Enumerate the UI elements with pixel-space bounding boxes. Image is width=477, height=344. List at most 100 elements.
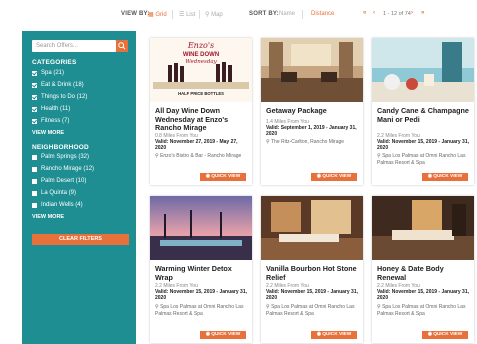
checkbox-icon[interactable] xyxy=(32,71,37,76)
location-pin-icon: ⚲ xyxy=(377,153,381,159)
checkbox-icon[interactable] xyxy=(32,203,37,208)
category-option[interactable]: Eat & Drink (18) xyxy=(32,81,84,90)
offer-card[interactable]: Vanilla Bourbon Hot Stone Relief 2.2 Mil… xyxy=(261,196,363,343)
sort-by-label: SORT BY: xyxy=(249,11,279,17)
checkbox-icon[interactable] xyxy=(32,119,37,124)
location-pin-icon: ⚲ xyxy=(377,304,381,310)
checkbox-icon[interactable] xyxy=(32,179,37,184)
offer-location: ⚲ Spa Los Palmas at Omni Rancho Las Palm… xyxy=(377,153,466,166)
search-icon xyxy=(118,42,126,50)
checkbox-icon[interactable] xyxy=(32,107,37,112)
divider xyxy=(302,10,303,19)
offer-location: ⚲ Enzo's Bistro & Bar - Rancho Mirage xyxy=(155,153,242,159)
quick-view-button[interactable]: ◉ QUICK VIEW xyxy=(200,173,246,181)
offer-title[interactable]: Warming Winter Detox Wrap xyxy=(155,264,249,282)
offer-title[interactable]: Honey & Date Body Renewal xyxy=(377,264,471,282)
neighborhood-option[interactable]: Palm Springs (32) xyxy=(32,153,89,162)
category-option[interactable]: Spa (21) xyxy=(32,69,64,78)
categories-title: CATEGORIES xyxy=(32,59,77,66)
offer-image[interactable] xyxy=(261,196,363,260)
category-option[interactable]: Fitness (7) xyxy=(32,117,69,126)
poster-day: Wednesday xyxy=(185,59,217,65)
pager-count: 1 - 12 of 74 xyxy=(383,11,411,17)
neighborhood-option[interactable]: Rancho Mirage (12) xyxy=(32,165,94,174)
offer-location: ⚲ Spa Los Palmas at Omni Rancho Las Palm… xyxy=(377,304,466,317)
offer-image[interactable] xyxy=(261,38,363,102)
prev-page-icon[interactable]: ‹ xyxy=(373,10,375,16)
offer-validity: Valid: September 1, 2019 - January 31, 2… xyxy=(266,125,357,138)
poster-offer: HALF PRICE BOTTLES xyxy=(178,91,224,96)
quick-view-button[interactable]: ◉ QUICK VIEW xyxy=(311,173,357,181)
divider xyxy=(172,10,173,19)
offer-image[interactable] xyxy=(372,196,474,260)
category-option[interactable]: Things to Do (12) xyxy=(32,93,87,102)
offer-image[interactable] xyxy=(372,38,474,102)
offer-card[interactable]: Enzo's WINE DOWN Wednesday HALF PRICE BO… xyxy=(150,38,252,185)
checkbox-icon[interactable] xyxy=(32,167,37,172)
search-input[interactable]: Search Offers... xyxy=(32,40,116,52)
category-option[interactable]: Health (11) xyxy=(32,105,70,114)
last-page-icon[interactable]: » xyxy=(421,10,424,16)
view-more-neighborhoods-link[interactable]: VIEW MORE xyxy=(32,214,64,220)
sort-name-option[interactable]: Name xyxy=(279,11,295,17)
offer-location: ⚲ Spa Los Palmas at Omni Rancho Las Palm… xyxy=(155,304,244,317)
offer-title[interactable]: Getaway Package xyxy=(266,106,360,116)
search-button[interactable] xyxy=(116,40,128,52)
quick-view-button[interactable]: ◉ QUICK VIEW xyxy=(311,331,357,339)
view-grid-option[interactable]: ▦ Grid xyxy=(148,11,167,18)
view-more-categories-link[interactable]: VIEW MORE xyxy=(32,130,64,136)
checkbox-icon[interactable] xyxy=(32,83,37,88)
location-pin-icon: ⚲ xyxy=(155,153,159,159)
neighborhood-option[interactable]: Indian Wells (4) xyxy=(32,201,83,210)
offer-validity: Valid: November 15, 2019 - January 31, 2… xyxy=(377,289,469,302)
offer-card[interactable]: Candy Cane & Champagne Mani or Pedi 2.2 … xyxy=(372,38,474,185)
clear-filters-button[interactable]: CLEAR FILTERS xyxy=(32,234,129,245)
offer-title[interactable]: All Day Wine Down Wednesday at Enzo's Ra… xyxy=(155,106,249,133)
offer-location: ⚲ Spa Los Palmas at Omni Rancho Las Palm… xyxy=(266,304,355,317)
list-icon: ☰ xyxy=(179,12,185,18)
offer-title[interactable]: Candy Cane & Champagne Mani or Pedi xyxy=(377,106,471,124)
first-page-icon[interactable]: « xyxy=(363,10,366,16)
offer-location: ⚲ The Ritz-Carlton, Rancho Mirage xyxy=(266,139,345,145)
offer-card[interactable]: Honey & Date Body Renewal 2.2 Miles From… xyxy=(372,196,474,343)
offer-validity: Valid: November 15, 2019 - January 31, 2… xyxy=(155,289,247,302)
offer-image[interactable] xyxy=(150,196,252,260)
view-list-option[interactable]: ☰ List xyxy=(179,11,195,18)
offer-card[interactable]: Getaway Package 1.4 Miles From You Valid… xyxy=(261,38,363,185)
eye-icon: ◉ xyxy=(205,174,210,179)
offer-validity: Valid: November 15, 2019 - January 31, 2… xyxy=(377,139,469,152)
offer-validity: Valid: November 27, 2019 - May 27, 2020 xyxy=(155,139,238,152)
poster-brand: Enzo's xyxy=(187,41,214,50)
offer-image[interactable]: Enzo's WINE DOWN Wednesday HALF PRICE BO… xyxy=(150,38,252,102)
eye-icon: ◉ xyxy=(427,332,432,337)
location-pin-icon: ⚲ xyxy=(155,304,159,310)
neighborhood-title: NEIGHBORHOOD xyxy=(32,144,89,151)
eye-icon: ◉ xyxy=(316,332,321,337)
filter-sidebar: Search Offers... CATEGORIES Spa (21) Eat… xyxy=(22,31,136,344)
offer-validity: Valid: November 15, 2019 - January 31, 2… xyxy=(266,289,358,302)
neighborhood-option[interactable]: La Quinta (9) xyxy=(32,189,76,198)
quick-view-button[interactable]: ◉ QUICK VIEW xyxy=(200,331,246,339)
view-by-label: VIEW BY: xyxy=(121,11,150,17)
sort-distance-option[interactable]: Distance xyxy=(311,11,334,17)
poster-heading: WINE DOWN xyxy=(183,52,219,58)
checkbox-icon[interactable] xyxy=(32,191,37,196)
offer-title[interactable]: Vanilla Bourbon Hot Stone Relief xyxy=(266,264,360,282)
eye-icon: ◉ xyxy=(205,332,210,337)
quick-view-button[interactable]: ◉ QUICK VIEW xyxy=(422,331,468,339)
map-pin-icon: ⚲ xyxy=(205,12,210,18)
location-pin-icon: ⚲ xyxy=(266,139,270,145)
next-page-icon[interactable]: › xyxy=(411,10,413,16)
quick-view-button[interactable]: ◉ QUICK VIEW xyxy=(422,173,468,181)
view-map-option[interactable]: ⚲ Map xyxy=(205,11,223,18)
toolbar: VIEW BY: ▦ Grid ☰ List ⚲ Map SORT BY: Na… xyxy=(0,0,477,30)
offer-card[interactable]: Warming Winter Detox Wrap 2.2 Miles From… xyxy=(150,196,252,343)
eye-icon: ◉ xyxy=(427,174,432,179)
neighborhood-option[interactable]: Palm Desert (10) xyxy=(32,177,86,186)
checkbox-icon[interactable] xyxy=(32,155,37,160)
location-pin-icon: ⚲ xyxy=(266,304,270,310)
divider xyxy=(199,10,200,19)
grid-icon: ▦ xyxy=(148,12,154,18)
checkbox-icon[interactable] xyxy=(32,95,37,100)
eye-icon: ◉ xyxy=(316,174,321,179)
